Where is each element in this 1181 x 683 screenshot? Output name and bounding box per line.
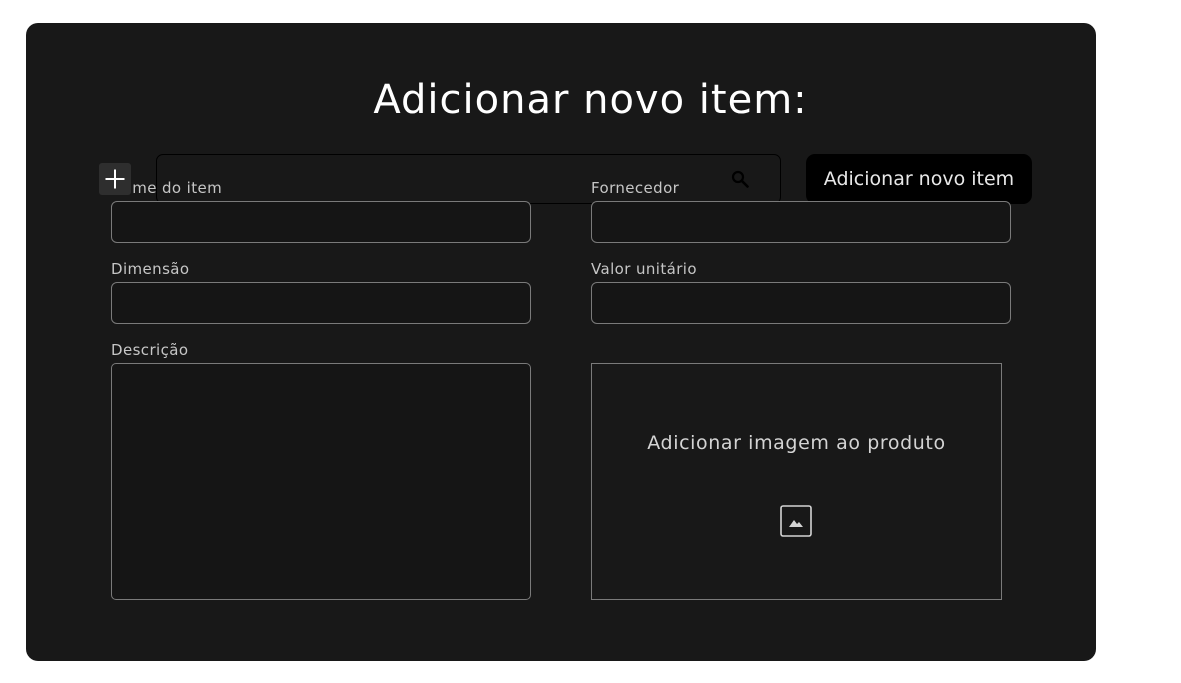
image-icon	[780, 505, 812, 537]
plus-button[interactable]	[99, 163, 131, 195]
search-icon[interactable]	[731, 170, 749, 188]
unit-price-label: Valor unitário	[591, 260, 697, 278]
add-new-item-button[interactable]: Adicionar novo item	[806, 154, 1032, 204]
dimension-label: Dimensão	[111, 260, 190, 278]
item-name-input[interactable]	[111, 201, 531, 243]
plus-icon	[105, 169, 125, 189]
unit-price-input[interactable]	[591, 282, 1011, 324]
image-upload-area[interactable]: Adicionar imagem ao produto	[591, 363, 1002, 600]
description-label: Descrição	[111, 341, 189, 359]
search-input[interactable]	[156, 154, 781, 204]
page-title: Adicionar novo item:	[373, 77, 808, 123]
image-upload-label: Adicionar imagem ao produto	[647, 432, 946, 454]
description-textarea[interactable]	[111, 363, 531, 600]
supplier-input[interactable]	[591, 201, 1011, 243]
dimension-input[interactable]	[111, 282, 531, 324]
supplier-label: Fornecedor	[591, 179, 680, 197]
